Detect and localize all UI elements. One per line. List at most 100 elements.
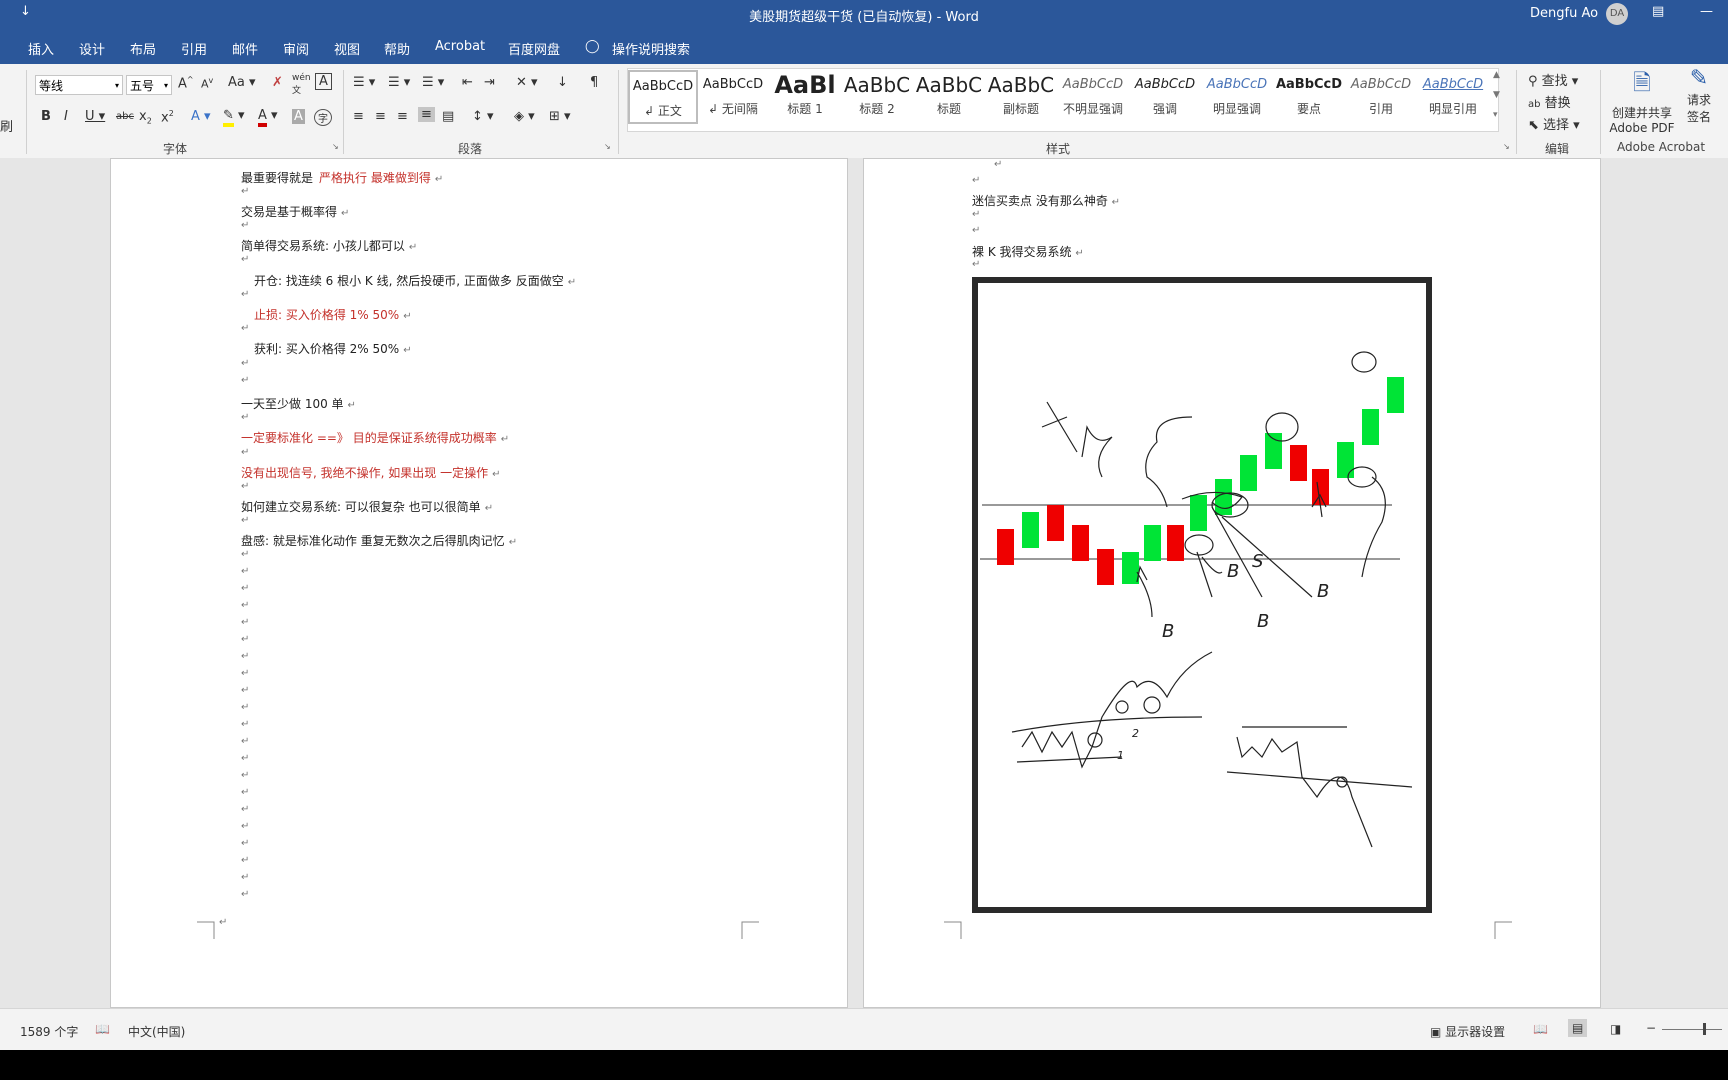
clear-format-icon[interactable]: ✗ [272,75,283,90]
style-subtle-emphasis[interactable]: AaBbCcD 不明显强调 [1058,70,1128,124]
tab-view[interactable]: 视图 [334,39,360,58]
style-title[interactable]: AaBbC 标题 [914,70,984,124]
tab-design[interactable]: 设计 [79,39,105,58]
shading-button[interactable]: ◈ ▾ [514,109,535,124]
style-quote[interactable]: AaBbCcD 引用 [1346,70,1416,124]
char-shading-button[interactable]: A [292,109,305,124]
change-case-button[interactable]: Aa ▾ [228,75,256,90]
style-subtitle[interactable]: AaBbC 副标题 [986,70,1056,124]
doc-line: 一定要标准化 ==》 目的是保证系统得成功概率 ↵ [241,431,510,445]
italic-button[interactable]: I [64,109,68,124]
tab-baidu-netdisk[interactable]: 百度网盘 [508,39,560,58]
request-signature-button[interactable]: ✎ 请求 签名 [1680,66,1718,125]
create-share-pdf-button[interactable]: 🗎 创建并共享 Adobe PDF [1598,66,1686,135]
zoom-out-button[interactable]: − [1646,1021,1656,1035]
increase-indent-button[interactable]: ⇥ [484,75,495,90]
chinese-layout-button[interactable]: ✕ ▾ [516,75,538,90]
word-count[interactable]: 1589 个字 [20,1023,78,1040]
style-emphasis[interactable]: AaBbCcD 强调 [1130,70,1200,124]
format-painter-button[interactable]: 刷 [0,116,13,135]
doc-line: 获利: 买入价格得 2% 50% ↵ [254,342,412,356]
paragraph-mark: ↵ [994,159,1003,170]
text-effects-button[interactable]: A ▾ [191,109,211,124]
font-size-combo[interactable]: 五号 ▾ [126,75,172,95]
styles-dialog-launcher-icon[interactable]: ↘ [1503,142,1510,151]
style-normal[interactable]: AaBbCcD ↲ 正文 [628,70,698,124]
bull-candle [1190,495,1207,531]
lightbulb-icon[interactable]: ◯ [585,39,600,54]
highlight-color-button[interactable]: ✎ ▾ [223,108,245,127]
align-left-button[interactable]: ≡ [353,109,364,124]
hand-drawn-kline-image[interactable]: B BBB S12 [972,277,1432,913]
grow-font-button[interactable]: A^ [178,75,194,91]
display-settings-button[interactable]: ▣ 显示器设置 [1430,1023,1505,1040]
decrease-indent-button[interactable]: ⇤ [462,75,473,90]
ribbon-display-options-icon[interactable]: ▤ [1652,4,1664,19]
tab-insert[interactable]: 插入 [28,39,54,58]
adobe-group-label: Adobe Acrobat [1617,140,1706,154]
bold-button[interactable]: B [41,109,51,124]
user-name[interactable]: Dengfu Ao [1530,6,1598,21]
tab-review[interactable]: 审阅 [283,39,309,58]
paragraph-dialog-launcher-icon[interactable]: ↘ [604,142,611,151]
style-no-spacing[interactable]: AaBbCcD ↲ 无间隔 [698,70,768,124]
tab-layout[interactable]: 布局 [130,39,156,58]
tab-help[interactable]: 帮助 [384,39,410,58]
strikethrough-button[interactable]: abc [116,111,134,122]
minimize-icon[interactable]: — [1700,4,1713,19]
select-button[interactable]: ⬉ 选择 ▾ [1528,114,1580,133]
tab-mailings[interactable]: 邮件 [232,39,258,58]
tab-references[interactable]: 引用 [181,39,207,58]
underline-button[interactable]: U ▾ [85,109,105,124]
bull-candle [1122,552,1139,584]
styles-scroll-up-icon[interactable]: ▲ [1493,70,1500,80]
style-intense-quote[interactable]: AaBbCcD 明显引用 [1418,70,1488,124]
phonetic-guide-icon[interactable]: wén 文 [292,73,311,96]
subscript-button[interactable]: x2 [139,109,152,126]
language-indicator[interactable]: 中文(中国) [128,1023,185,1040]
styles-scroll-down-icon[interactable]: ▼ [1493,90,1500,100]
numbering-button[interactable]: ☰ ▾ [388,75,410,90]
char-border-button[interactable]: A [315,73,332,90]
replace-button[interactable]: ab 替换 [1528,92,1571,111]
style-heading-2[interactable]: AaBbC 标题 2 [842,70,912,124]
bear-candle [1047,505,1064,541]
show-marks-button[interactable]: ¶ [590,75,598,90]
zoom-slider-thumb[interactable] [1703,1023,1706,1035]
zoom-slider[interactable] [1662,1029,1722,1030]
style-intense-emphasis[interactable]: AaBbCcD 明显强调 [1202,70,1272,124]
shrink-font-button[interactable]: Av [201,76,213,91]
page-left[interactable]: 最重要得就是 严格执行 最难做到得 ↵ 交易是基于概率得 ↵ 简单得交易系统: 小孩儿都可… [110,158,848,1008]
paragraph-mark: ↵ [241,753,250,764]
paragraph-mark: ↵ [241,481,250,492]
borders-button[interactable]: ⊞ ▾ [549,109,571,124]
style-strong[interactable]: AaBbCcD 要点 [1274,70,1344,124]
styles-more-icon[interactable]: ▾ [1493,110,1498,120]
justify-button[interactable]: ≡ [418,107,435,122]
tell-me-search[interactable]: 操作说明搜索 [612,39,690,58]
sort-button[interactable]: ↓ [557,75,568,90]
font-dialog-launcher-icon[interactable]: ↘ [332,142,339,151]
tab-acrobat[interactable]: Acrobat [435,39,485,54]
proofing-icon[interactable]: 📖 [95,1022,110,1036]
font-color-button[interactable]: A ▾ [258,108,278,127]
enclose-chars-button[interactable]: 字 [314,109,332,126]
paragraph-mark: ↵ [241,375,250,386]
avatar[interactable]: DA [1606,3,1628,25]
style-heading-1[interactable]: AaBl 标题 1 [770,70,840,124]
align-right-button[interactable]: ≡ [397,109,408,124]
print-layout-icon[interactable]: ▤ [1568,1019,1588,1037]
paragraph-mark: ↵ [241,668,250,679]
find-button[interactable]: ⚲ 查找 ▾ [1528,70,1578,89]
page-right[interactable]: ↵ ↵ 迷信买卖点 没有那么神奇 ↵ ↵ ↵ 裸 K 我得交易系统 ↵ ↵ B … [863,158,1601,1008]
superscript-button[interactable]: x2 [161,109,174,125]
read-mode-icon[interactable]: 📖 [1533,1022,1548,1036]
font-name-combo[interactable]: 等线 ▾ [35,75,123,95]
line-spacing-button[interactable]: ↕ ▾ [472,109,494,124]
distributed-button[interactable]: ▤ [442,109,454,124]
bullets-button[interactable]: ☰ ▾ [353,75,375,90]
align-center-button[interactable]: ≡ [375,109,386,124]
web-layout-icon[interactable]: ◨ [1610,1022,1621,1036]
multilevel-list-button[interactable]: ☰ ▾ [422,75,444,90]
bull-candle [1240,455,1257,491]
